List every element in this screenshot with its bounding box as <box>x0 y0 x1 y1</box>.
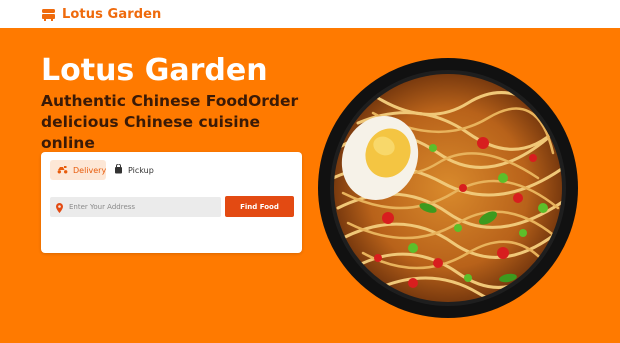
brand-name: Lotus Garden <box>62 6 162 22</box>
hero-title: Lotus Garden <box>41 53 268 88</box>
order-form-card: Delivery Pickup Find Food <box>41 152 302 253</box>
food-truck-icon <box>41 7 56 22</box>
find-food-button[interactable]: Find Food <box>225 196 294 217</box>
scooter-icon <box>57 165 68 176</box>
tab-delivery[interactable]: Delivery <box>50 160 106 180</box>
shopping-bag-icon <box>114 163 123 176</box>
tab-delivery-label: Delivery <box>73 165 107 175</box>
map-pin-icon <box>56 198 63 217</box>
brand-logo[interactable]: Lotus Garden <box>41 7 161 22</box>
address-input[interactable] <box>69 203 209 211</box>
noodle-bowl-image <box>318 58 578 318</box>
top-nav-bar: Lotus Garden <box>0 0 620 28</box>
hero-tagline: Authentic Chinese FoodOrder delicious Ch… <box>41 92 299 152</box>
tab-pickup[interactable]: Pickup <box>107 160 155 180</box>
address-field[interactable] <box>50 197 221 217</box>
tab-pickup-label: Pickup <box>128 165 154 175</box>
